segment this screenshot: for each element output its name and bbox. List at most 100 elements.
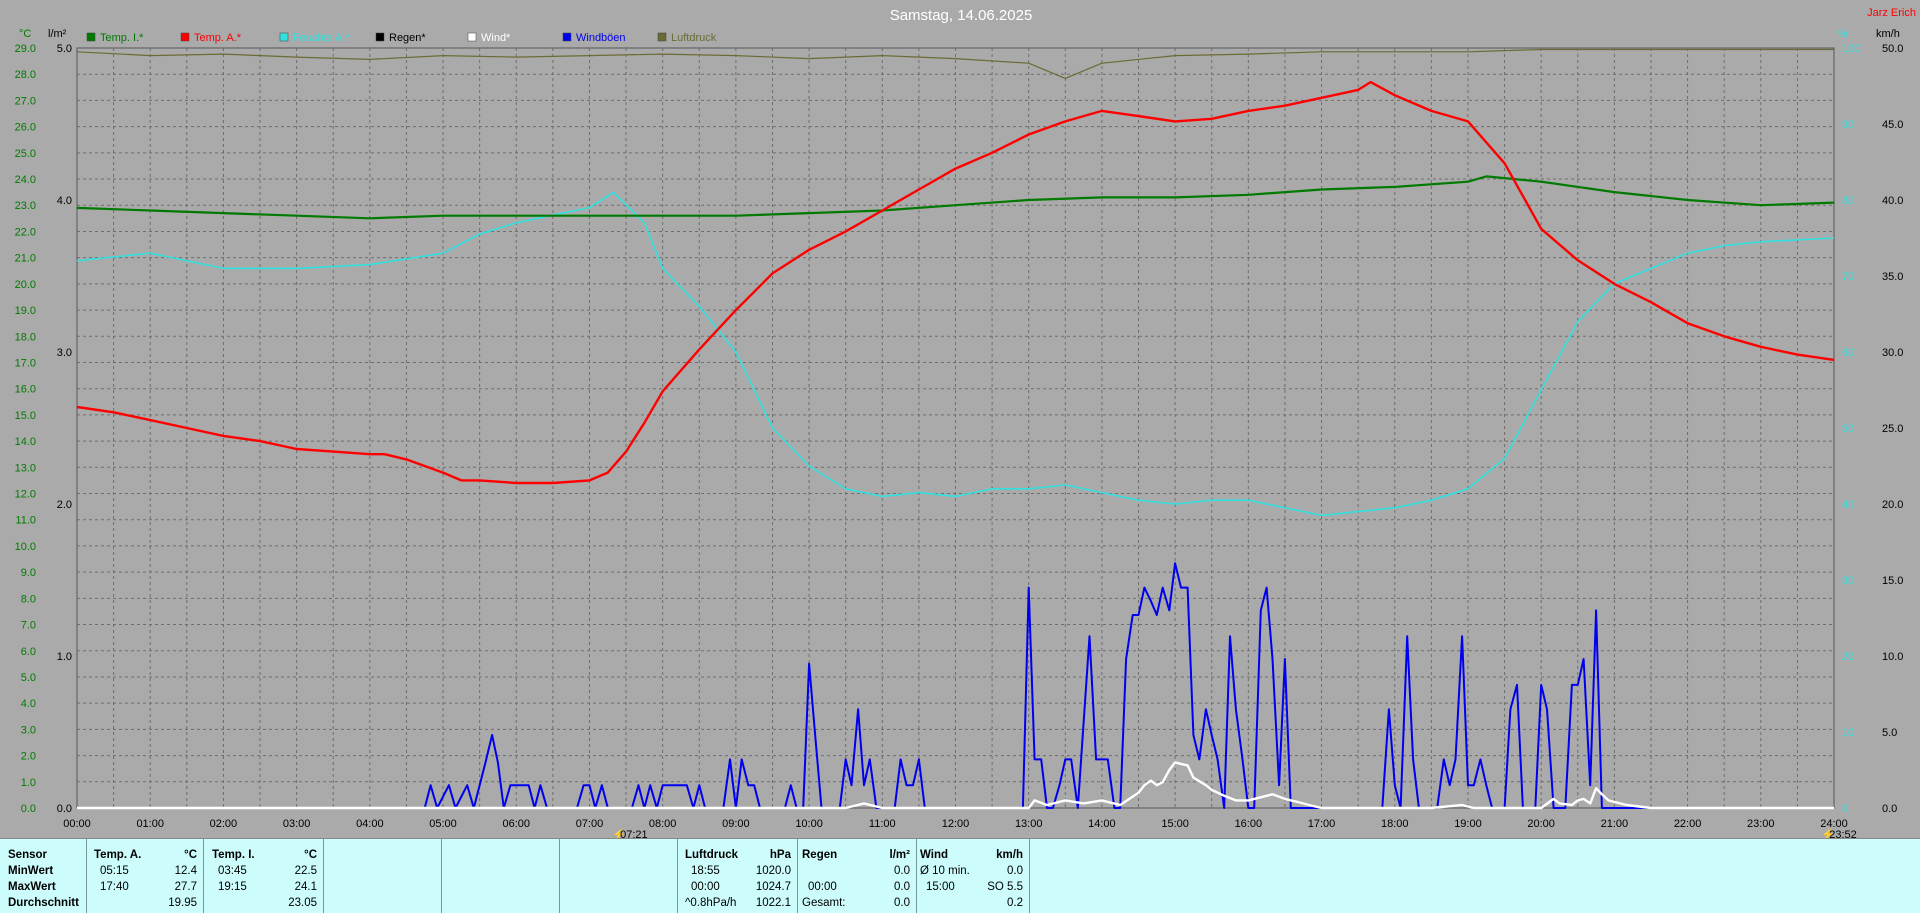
y-tick-temp: 11.0 (15, 515, 36, 527)
x-tick-label: 19:00 (1454, 818, 1482, 830)
y-tick-temp: 27.0 (15, 95, 36, 107)
y-tick-humidity: 80 (1842, 195, 1854, 207)
author-label: Jarz Erich (1867, 7, 1916, 19)
legend-label: Windböen (576, 32, 626, 44)
y-tick-temp: 9.0 (21, 567, 36, 579)
x-tick-label: 16:00 (1235, 818, 1263, 830)
sunset-label: 23:52 (1829, 829, 1857, 838)
rain-total-value: 0.0 (894, 897, 910, 909)
y-tick-temp: 12.0 (15, 489, 36, 501)
y-tick-humidity: 60 (1842, 347, 1854, 359)
x-tick-label: 00:00 (63, 818, 91, 830)
y-tick-wind: 30.0 (1882, 347, 1903, 359)
legend-label: Feuchte A.* (293, 32, 351, 44)
y-tick-temp: 8.0 (21, 593, 36, 605)
y-tick-rain: 4.0 (57, 195, 72, 207)
pressure-panel: Luftdruck hPa 18:55 1020.0 00:00 1024.7 ^0.… (678, 839, 798, 913)
y-tick-humidity: 0 (1842, 803, 1848, 815)
y-tick-rain: 1.0 (57, 651, 72, 663)
legend-label: Regen* (389, 32, 426, 44)
y-tick-humidity: 10 (1842, 727, 1854, 739)
y-tick-temp: 25.0 (15, 148, 36, 160)
temp-out-unit: °C (184, 849, 197, 861)
y-tick-humidity: 90 (1842, 119, 1854, 131)
temp-out-panel: Temp. A. °C 05:15 12.4 17:40 27.7 19.95 (87, 839, 204, 913)
y-tick-temp: 29.0 (15, 43, 36, 55)
y-tick-humidity: 40 (1842, 499, 1854, 511)
y-tick-humidity: 70 (1842, 271, 1854, 283)
x-tick-label: 12:00 (942, 818, 970, 830)
x-tick-label: 23:00 (1747, 818, 1775, 830)
x-tick-label: 03:00 (283, 818, 311, 830)
y-tick-rain: 5.0 (57, 43, 72, 55)
y-tick-temp: 16.0 (15, 384, 36, 396)
y-tick-humidity: 30 (1842, 575, 1854, 587)
x-tick-label: 22:00 (1674, 818, 1702, 830)
rain-time-value: 0.0 (894, 881, 910, 893)
legend-swatch (86, 32, 96, 42)
y-tick-humidity: 20 (1842, 651, 1854, 663)
empty-panel-1 (324, 839, 442, 913)
y-tick-temp: 17.0 (15, 357, 36, 369)
y-tick-temp: 4.0 (21, 698, 36, 710)
temp-out-header: Temp. A. (94, 849, 142, 861)
rain-panel: Regen l/m² 0.0 00:00 0.0 Gesamt: 0.0 (798, 839, 917, 913)
legend-label: Temp. A.* (194, 32, 242, 44)
pressure-max-value: 1024.7 (755, 881, 791, 893)
legend-label: Luftdruck (671, 32, 717, 44)
y-tick-wind: 15.0 (1882, 575, 1903, 587)
avg-label: Durchschnitt (8, 897, 79, 909)
temp-out-avg: 19.95 (168, 897, 197, 909)
temp-in-max-time: 19:15 (218, 881, 247, 893)
pressure-max-time: 00:00 (691, 881, 720, 893)
y-tick-wind: 25.0 (1882, 423, 1903, 435)
x-tick-label: 15:00 (1161, 818, 1189, 830)
temp-out-max-value: 27.7 (174, 881, 197, 893)
axis-unit-rain: l/m² (48, 28, 67, 40)
y-tick-wind: 45.0 (1882, 119, 1903, 131)
x-tick-label: 09:00 (722, 818, 750, 830)
y-tick-temp: 22.0 (15, 226, 36, 238)
x-tick-label: 18:00 (1381, 818, 1409, 830)
y-tick-wind: 0.0 (1882, 803, 1897, 815)
y-tick-temp: 26.0 (15, 122, 36, 134)
y-tick-temp: 10.0 (15, 541, 36, 553)
temp-out-min-time: 05:15 (100, 865, 129, 877)
empty-panel-3 (560, 839, 678, 913)
min-label: MinWert (8, 865, 54, 877)
x-tick-label: 08:00 (649, 818, 677, 830)
y-tick-temp: 7.0 (21, 620, 36, 632)
y-tick-temp: 2.0 (21, 751, 36, 763)
wind-panel: Wind km/h Ø 10 min. 0.0 15:00 SO 5.5 0.2 (917, 839, 1030, 913)
temp-in-max-value: 24.1 (294, 881, 317, 893)
legend-swatch (180, 32, 190, 42)
legend-swatch (375, 32, 385, 42)
x-tick-label: 02:00 (210, 818, 238, 830)
y-tick-temp: 24.0 (15, 174, 36, 186)
y-tick-wind: 50.0 (1882, 43, 1903, 55)
temp-in-header: Temp. I. (212, 849, 255, 861)
y-tick-wind: 40.0 (1882, 195, 1903, 207)
pressure-trend-value: 1022.1 (755, 897, 791, 909)
wind-mean-value: 0.2 (1007, 897, 1023, 909)
temp-out-min-value: 12.4 (174, 865, 197, 877)
x-tick-label: 10:00 (795, 818, 823, 830)
x-tick-label: 13:00 (1015, 818, 1043, 830)
wind-header: Wind (920, 849, 948, 861)
x-tick-label: 11:00 (869, 818, 896, 830)
rain-header: Regen (802, 849, 838, 861)
temp-in-min-time: 03:45 (218, 865, 247, 877)
weather-chart: 0.0 1.0 2.0 3.0 4.0 5.0 6.0 7.0 8.0 9.0 10.0 11.0 12… (15, 7, 1916, 838)
rain-unit: l/m² (889, 849, 910, 861)
wind-avg-label: Ø 10 min. (920, 865, 970, 877)
y-tick-temp: 18.0 (15, 331, 36, 343)
temp-out-max-time: 17:40 (100, 881, 129, 893)
axis-unit-wind: km/h (1876, 28, 1900, 40)
y-tick-wind: 20.0 (1882, 499, 1903, 511)
legend-swatch (657, 32, 667, 42)
y-tick-rain: 0.0 (57, 803, 72, 815)
y-tick-wind: 5.0 (1882, 727, 1897, 739)
sensor-panel: Sensor MinWert MaxWert Durchschnitt (0, 839, 87, 913)
temp-in-unit: °C (304, 849, 317, 861)
y-tick-humidity: 50 (1842, 423, 1854, 435)
